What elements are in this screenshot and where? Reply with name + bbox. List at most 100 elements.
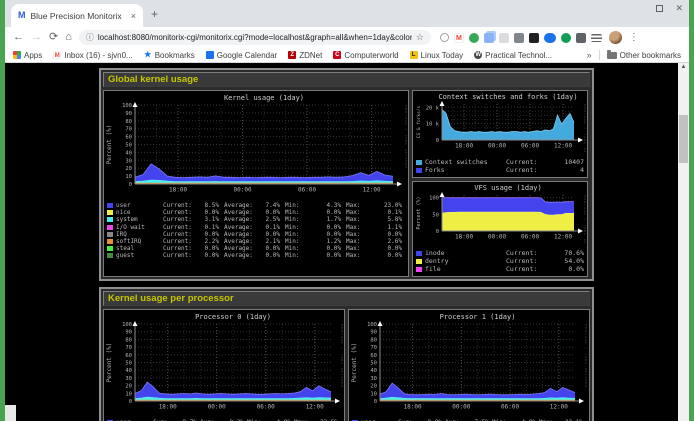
browser-tab[interactable]: M Blue Precision Monitorix × (11, 4, 143, 27)
svg-text:80: 80 (125, 337, 132, 343)
svg-text:20: 20 (125, 166, 132, 172)
svg-text:100: 100 (429, 196, 439, 202)
bookmarks-right: » Other bookmarks (587, 50, 681, 60)
scrollbar-up-icon[interactable]: ▲ (678, 64, 689, 70)
address-bar[interactable]: ⓘ localhost:8080/monitorix-cgi/monitorix… (79, 30, 431, 45)
zdnet-icon: Z (288, 51, 296, 59)
svg-text:100: 100 (122, 103, 132, 109)
processor-1-panel: 010203040506070809010018:0000:0006:0012:… (348, 309, 590, 421)
svg-text:70: 70 (125, 127, 132, 133)
cast-extension-icon[interactable] (514, 33, 524, 43)
legend-swatch-system (107, 217, 113, 222)
other-bookmarks-button[interactable]: Other bookmarks (607, 51, 681, 60)
legend-swatch-inode (416, 251, 422, 256)
svg-text:RRDTOOL / TOBI OETIKER: RRDTOOL / TOBI OETIKER (583, 195, 586, 243)
legend-stat: Average:0.0% (224, 245, 280, 252)
bookmark-zdnet[interactable]: ZZDNet (288, 51, 322, 60)
svg-text:70: 70 (370, 345, 377, 351)
kernel-usage-legend: userCurrent:8.5%Average:7.4%Min:4.3%Max:… (105, 201, 407, 262)
playlist-extension-icon[interactable] (591, 34, 602, 42)
tab-title: Blue Precision Monitorix (31, 11, 126, 21)
svg-text:30: 30 (125, 376, 132, 382)
page-info-icon[interactable]: ⓘ (86, 34, 94, 42)
bookmark-apps[interactable]: Apps (13, 51, 42, 60)
svg-text:12:00: 12:00 (306, 404, 324, 411)
svg-text:00:00: 00:00 (488, 143, 506, 150)
gmail-icon: M (53, 51, 61, 59)
svg-text:12:00: 12:00 (554, 234, 572, 241)
puzzle-extension-icon[interactable] (576, 33, 586, 43)
extension-icons: M (440, 33, 602, 43)
desktop: M Blue Precision Monitorix × + ✕ ← → ⟳ ⌂… (0, 0, 694, 421)
gmail-extension-icon[interactable]: M (454, 33, 464, 43)
bookmarks-overflow-icon[interactable]: » (587, 50, 592, 60)
close-window-icon[interactable]: ✕ (675, 4, 683, 13)
maximize-icon[interactable] (656, 5, 663, 12)
svg-text:20 k: 20 k (426, 105, 440, 111)
scrollbar-thumb[interactable] (679, 115, 688, 163)
bookmark-practical-technology[interactable]: WPractical Technol... (474, 51, 552, 60)
svg-text:Percent (%): Percent (%) (351, 343, 358, 383)
legend-label: dentry (425, 257, 506, 265)
magnifier-extension-icon[interactable] (440, 33, 449, 42)
legend-stat: Max:1.1% (346, 224, 402, 231)
svg-text:CS & forks/s: CS & forks/s (416, 105, 422, 138)
svg-text:20: 20 (370, 384, 377, 390)
legend-row: Context switchesCurrent:10407 (414, 158, 586, 166)
svg-text:Percent (%): Percent (%) (416, 196, 422, 229)
legend-stat: Max:5.8% (346, 216, 402, 223)
gray-extension-icon[interactable] (499, 33, 509, 43)
legend-swatch-context-switches (416, 160, 422, 165)
url-text[interactable]: localhost:8080/monitorix-cgi/monitorix.c… (98, 33, 412, 42)
svg-text:00:00: 00:00 (488, 234, 506, 241)
bookmark-computerworld[interactable]: CComputerworld (333, 51, 398, 60)
svg-text:50: 50 (125, 361, 132, 367)
svg-text:60: 60 (370, 353, 377, 359)
section-title: Kernel usage per processor (103, 291, 590, 306)
bookmark-bookmarks[interactable]: ★Bookmarks (144, 51, 195, 60)
svg-text:Percent (%): Percent (%) (106, 343, 113, 383)
legend-stat: Average:0.0% (224, 231, 280, 238)
dark-extension-icon[interactable] (529, 33, 539, 43)
legend-stat: Max:0.0% (346, 245, 402, 252)
bookmark-google-calendar[interactable]: Google Calendar (206, 51, 277, 60)
legend-label: file (425, 265, 506, 273)
wordpress-icon: W (474, 51, 482, 59)
back-icon[interactable]: ← (13, 32, 24, 43)
svg-text:RRDTOOL / TOBI OETIKER: RRDTOOL / TOBI OETIKER (404, 105, 407, 169)
web-page: Global kernel usage 01020304050607080901… (5, 63, 689, 421)
divider (599, 50, 600, 60)
bookmark-linux-today[interactable]: LLinux Today (410, 51, 464, 60)
bookmark-inbox[interactable]: MInbox (16) - sjvn0... (53, 51, 132, 60)
pages-extension-icon[interactable] (484, 33, 494, 43)
profile-avatar[interactable] (609, 31, 622, 44)
new-tab-button[interactable]: + (151, 8, 158, 20)
processor-0-chart: 010203040506070809010018:0000:0006:0012:… (105, 311, 343, 413)
tab-close-icon[interactable]: × (131, 11, 136, 21)
apps-grid-icon (13, 51, 21, 59)
home-icon[interactable]: ⌂ (65, 32, 72, 43)
chrome-menu-icon[interactable]: ⋮ (629, 33, 639, 43)
legend-row: IRQCurrent:0.0%Average:0.0%Min:0.0%Max:0… (105, 231, 407, 238)
legend-stat: Current:0.0% (163, 245, 219, 252)
legend-row: I/O waitCurrent:0.1%Average:0.1%Min:0.0%… (105, 224, 407, 231)
svg-text:Processor 0 (1day): Processor 0 (1day) (195, 313, 271, 321)
forward-icon[interactable]: → (31, 32, 42, 43)
legend-swatch-guest (107, 253, 113, 258)
legend-label: inode (425, 249, 506, 257)
legend-swatch-file (416, 267, 422, 272)
green-orb-extension-icon[interactable] (469, 33, 479, 43)
svg-text:60: 60 (125, 353, 132, 359)
monitorix-favicon-icon: M (18, 11, 26, 20)
legend-label: guest (116, 252, 158, 259)
tab-strip: M Blue Precision Monitorix × + ✕ (5, 0, 689, 27)
bookmark-star-icon[interactable]: ☆ (416, 33, 424, 42)
svg-text:06:00: 06:00 (298, 187, 316, 194)
legend-stat: Current:10407 (506, 158, 584, 166)
reload-icon[interactable]: ⟳ (49, 32, 58, 43)
page-scrollbar[interactable]: ▲ (678, 63, 689, 421)
green-circle-extension-icon[interactable] (561, 33, 571, 43)
svg-text:80: 80 (370, 337, 377, 343)
blue-oval-extension-icon[interactable] (544, 33, 556, 43)
legend-row: fileCurrent:0.0% (414, 265, 586, 273)
